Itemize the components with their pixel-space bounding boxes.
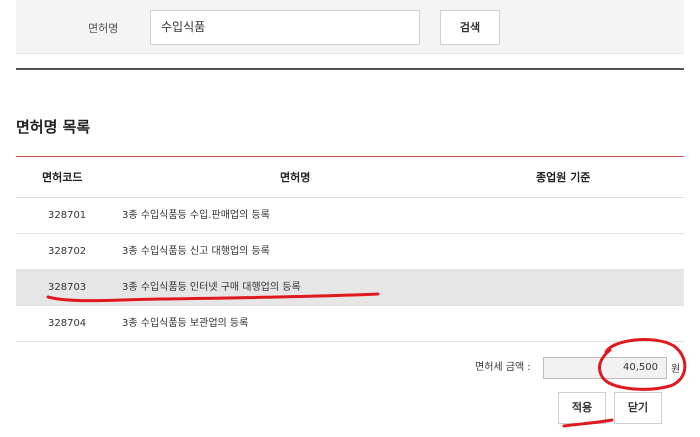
license-table: 면허코드 면허명 종업원 기준 328701 3종 수입식품등 수입.판매업의 … [16,156,684,342]
license-code-cell: 328703 [48,282,87,293]
currency-unit: 원 [671,364,681,375]
license-name-cell: 3종 수입식품등 수입.판매업의 등록 [122,210,270,221]
column-header-license-name: 면허명 [280,171,311,184]
license-name-label: 면허명 [88,22,119,35]
license-code-cell: 328704 [48,318,87,329]
license-tax-amount-field: 40,500 [543,357,667,379]
license-code-cell: 328702 [48,246,87,257]
license-name-cell: 3종 수입식품등 인터넷 구매 대행업의 등록 [122,282,301,293]
license-list-title: 면허명 목록 [16,118,91,136]
section-divider [16,68,684,70]
table-row[interactable]: 328701 3종 수입식품등 수입.판매업의 등록 [16,198,684,234]
table-row-selected[interactable]: 328703 3종 수입식품등 인터넷 구매 대행업의 등록 [16,270,684,306]
license-name-cell: 3종 수입식품등 신고 대행업의 등록 [122,246,270,257]
license-tax-amount-label: 면허세 금액 : [475,362,531,373]
license-name-search-input[interactable]: 수입식품 [150,10,420,45]
column-header-license-code: 면허코드 [42,171,83,184]
search-panel: 면허명 수입식품 검색 [16,0,684,54]
search-button[interactable]: 검색 [440,10,500,45]
license-name-cell: 3종 수입식품등 보관업의 등록 [122,318,249,329]
table-header: 면허코드 면허명 종업원 기준 [16,156,684,198]
table-row[interactable]: 328702 3종 수입식품등 신고 대행업의 등록 [16,234,684,270]
license-code-cell: 328701 [48,210,87,221]
apply-button[interactable]: 적용 [558,392,606,424]
close-button[interactable]: 닫기 [614,392,662,424]
table-row[interactable]: 328704 3종 수입식품등 보관업의 등록 [16,306,684,342]
column-header-staff-standard: 종업원 기준 [536,171,591,184]
